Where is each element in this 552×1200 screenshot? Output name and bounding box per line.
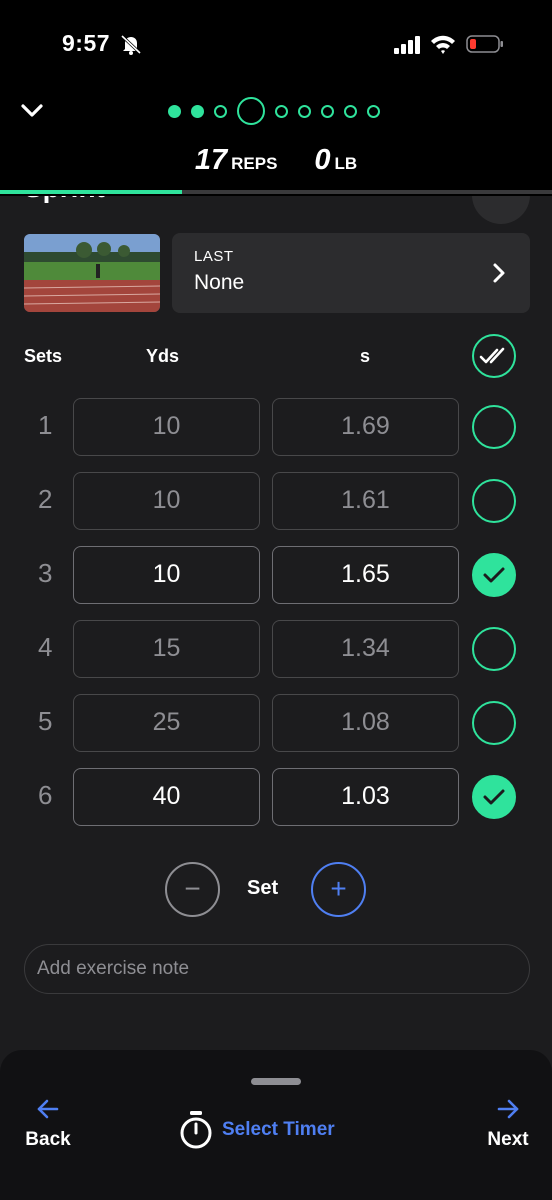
weight-unit: LB (334, 154, 358, 173)
workout-progress-fill (0, 190, 183, 194)
set-complete-checkbox[interactable] (472, 553, 516, 597)
back-button[interactable]: Back (18, 1096, 78, 1151)
back-label: Back (25, 1129, 71, 1150)
set-number: 4 (38, 632, 53, 662)
workout-header: 17 REPS 0 LB (0, 80, 552, 196)
set-complete-checkbox[interactable] (472, 701, 516, 745)
last-performance-button[interactable]: LAST None (172, 233, 530, 313)
set-complete-checkbox[interactable] (472, 627, 516, 671)
set-complete-checkbox[interactable] (472, 479, 516, 523)
stopwatch-icon (180, 1111, 212, 1149)
bell-slash-icon (120, 34, 142, 55)
wifi-icon (431, 35, 455, 54)
next-button[interactable]: Next (478, 1096, 538, 1151)
signal-icon (394, 36, 420, 54)
bottom-navigation-bar: Back Select Timer Next (0, 1050, 552, 1200)
select-timer-label: Select Timer (222, 1119, 335, 1140)
exercise-dot[interactable] (344, 104, 357, 118)
seconds-input[interactable]: 1.65 (272, 546, 459, 604)
reps-value: 17 (194, 144, 228, 176)
set-complete-checkbox[interactable] (472, 775, 516, 819)
exercise-dot[interactable] (367, 104, 380, 118)
seconds-input[interactable]: 1.34 (272, 620, 459, 678)
reps-unit: REPS (231, 154, 278, 173)
yds-column-header: Yds (146, 346, 180, 366)
exercise-dot[interactable] (275, 104, 288, 118)
next-label: Next (487, 1129, 529, 1150)
yds-input[interactable]: 10 (73, 472, 260, 530)
set-number: 5 (38, 706, 53, 736)
exercise-dot[interactable] (298, 104, 311, 118)
set-number: 6 (38, 780, 53, 810)
seconds-input[interactable]: 1.69 (272, 398, 459, 456)
last-value: None (194, 271, 245, 294)
yds-input[interactable]: 10 (73, 398, 260, 456)
exercise-dot[interactable] (321, 104, 334, 118)
arrow-right-icon (497, 1099, 519, 1119)
exercise-note-input[interactable] (24, 944, 530, 994)
exercise-dot[interactable] (214, 104, 227, 118)
yds-input[interactable]: 40 (73, 768, 260, 826)
set-complete-checkbox[interactable] (472, 405, 516, 449)
select-timer-button[interactable]: Select Timer (178, 1110, 335, 1150)
exercise-video-thumbnail[interactable] (24, 234, 160, 312)
chevron-right-icon (493, 263, 505, 283)
double-check-icon (479, 347, 505, 364)
remove-set-button[interactable]: − (165, 862, 220, 917)
workout-progress-bar (0, 190, 552, 194)
weight-value: 0 (314, 144, 331, 176)
workout-stats: 17 REPS 0 LB (0, 144, 552, 177)
exercise-dot[interactable] (191, 104, 204, 118)
set-label: Set (247, 877, 279, 899)
exercise-dot[interactable] (237, 97, 265, 125)
exercise-progress-dots[interactable] (168, 96, 390, 126)
seconds-input[interactable]: 1.61 (272, 472, 459, 530)
set-number: 2 (38, 484, 53, 514)
exercise-dot[interactable] (168, 104, 181, 118)
chevron-down-icon[interactable] (18, 96, 46, 124)
seconds-input[interactable]: 1.08 (272, 694, 459, 752)
drag-handle[interactable] (251, 1078, 301, 1085)
battery-low-icon (466, 35, 503, 53)
track-image (24, 234, 160, 312)
status-time: 9:57 (62, 30, 111, 56)
complete-all-sets-button[interactable] (472, 334, 516, 378)
set-number: 1 (38, 410, 53, 440)
seconds-column-header: s (360, 346, 371, 366)
last-label: LAST (194, 248, 234, 265)
add-set-button[interactable]: + (311, 862, 366, 917)
status-bar: 9:57 (0, 0, 552, 80)
checkmark-icon (483, 567, 505, 583)
set-number: 3 (38, 558, 53, 588)
yds-input[interactable]: 25 (73, 694, 260, 752)
yds-input[interactable]: 10 (73, 546, 260, 604)
yds-input[interactable]: 15 (73, 620, 260, 678)
seconds-input[interactable]: 1.03 (272, 768, 459, 826)
sets-column-header: Sets (24, 346, 63, 366)
arrow-left-icon (37, 1099, 59, 1119)
checkmark-icon (483, 789, 505, 805)
